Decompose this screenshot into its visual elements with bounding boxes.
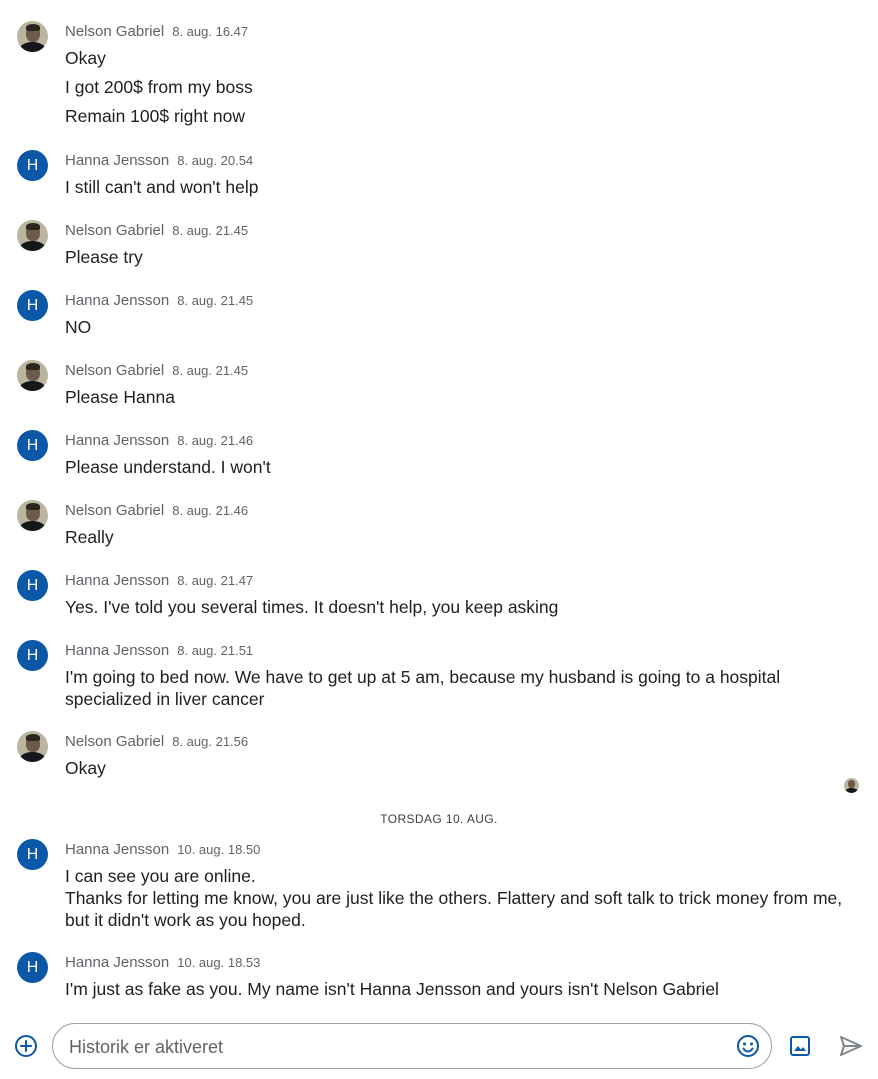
message-text: Please Hanna: [65, 387, 175, 407]
avatar[interactable]: [17, 731, 48, 762]
timestamp: 8. aug. 21.46: [177, 433, 254, 448]
avatar[interactable]: [17, 220, 48, 251]
avatar[interactable]: [17, 360, 48, 391]
avatar[interactable]: H: [17, 150, 48, 181]
add-circle-icon[interactable]: [14, 1034, 38, 1058]
message-text: I'm going to bed now. We have to get up …: [65, 667, 781, 709]
message-text: Yes. I've told you several times. It doe…: [65, 597, 559, 617]
timestamp: 8. aug. 21.45: [172, 223, 249, 238]
avatar[interactable]: H: [17, 430, 48, 461]
timestamp: 8. aug. 21.45: [177, 293, 254, 308]
sender-name: Nelson Gabriel: [65, 733, 165, 750]
emoji-icon[interactable]: [736, 1034, 760, 1058]
message-text: Okay: [65, 48, 106, 68]
avatar[interactable]: H: [17, 570, 48, 601]
timestamp: 10. aug. 18.53: [177, 955, 261, 970]
avatar[interactable]: H: [17, 952, 48, 983]
avatar[interactable]: [17, 21, 48, 52]
sender-name: Hanna Jensson: [65, 152, 170, 169]
message-input-box[interactable]: [52, 1023, 772, 1070]
sender-name: Hanna Jensson: [65, 572, 170, 589]
message-text: I'm just as fake as you. My name isn't H…: [65, 979, 719, 999]
sender-name: Nelson Gabriel: [65, 502, 165, 519]
message-text: Please understand. I won't: [65, 457, 271, 477]
sender-name: Nelson Gabriel: [65, 222, 165, 239]
sender-name: Hanna Jensson: [65, 642, 170, 659]
timestamp: 8. aug. 21.45: [172, 363, 249, 378]
message-text: I still can't and won't help: [65, 177, 259, 197]
message-text: I can see you are online.: [65, 866, 256, 886]
avatar[interactable]: [17, 500, 48, 531]
composer-bar: [0, 1018, 878, 1079]
sender-name: Hanna Jensson: [65, 432, 170, 449]
avatar[interactable]: H: [17, 290, 48, 321]
read-receipt-avatar: [844, 778, 859, 793]
send-icon[interactable]: [838, 1034, 864, 1058]
timestamp: 8. aug. 21.56: [172, 734, 249, 749]
message-text: Please try: [65, 247, 143, 267]
timestamp: 8. aug. 21.51: [177, 643, 254, 658]
message-text: I got 200$ from my boss: [65, 77, 253, 97]
sender-name: Nelson Gabriel: [65, 23, 165, 40]
message-input[interactable]: [67, 1024, 711, 1070]
message-text: Thanks for letting me know, you are just…: [65, 888, 843, 930]
sender-name: Hanna Jensson: [65, 841, 170, 858]
sender-name: Hanna Jensson: [65, 292, 170, 309]
avatar[interactable]: H: [17, 640, 48, 671]
timestamp: 8. aug. 20.54: [177, 153, 254, 168]
date-divider: TORSDAG 10. AUG.: [380, 812, 498, 826]
timestamp: 8. aug. 16.47: [172, 24, 249, 39]
timestamp: 10. aug. 18.50: [177, 842, 261, 857]
message-text: Really: [65, 527, 114, 547]
image-icon[interactable]: [789, 1035, 811, 1057]
avatar[interactable]: H: [17, 839, 48, 870]
message-text: Remain 100$ right now: [65, 106, 245, 126]
message-text: NO: [65, 317, 92, 337]
sender-name: Nelson Gabriel: [65, 362, 165, 379]
timestamp: 8. aug. 21.47: [177, 573, 254, 588]
timestamp: 8. aug. 21.46: [172, 503, 249, 518]
sender-name: Hanna Jensson: [65, 954, 170, 971]
message-text: Okay: [65, 758, 106, 778]
